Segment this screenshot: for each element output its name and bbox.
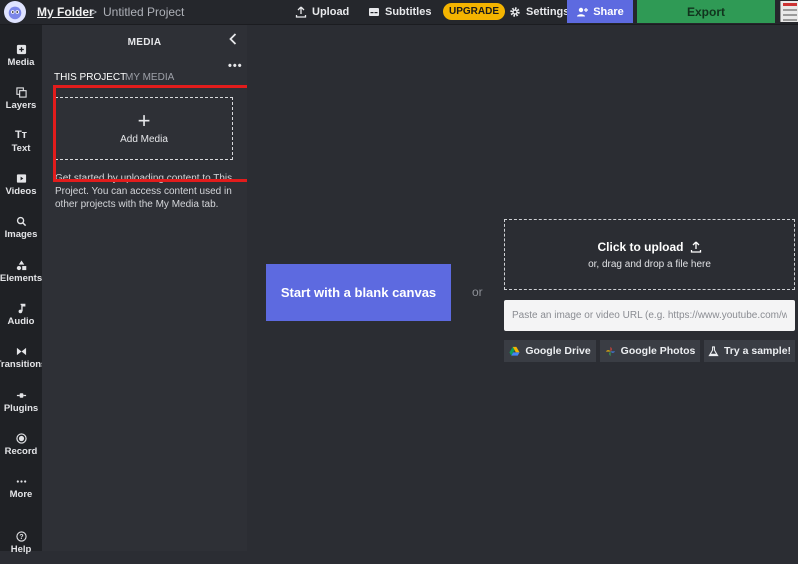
sidebar-item-elements[interactable]: Elements bbox=[0, 251, 42, 293]
sidebar-item-transitions[interactable]: Transitions bbox=[0, 337, 46, 379]
sidebar-item-layers[interactable]: Layers bbox=[0, 78, 42, 120]
upload-label: Upload bbox=[312, 6, 350, 18]
add-media-button[interactable]: + Add Media bbox=[55, 97, 233, 160]
plus-icon: + bbox=[137, 108, 151, 133]
upload-icon bbox=[295, 6, 307, 18]
subtitles-label: Subtitles bbox=[385, 6, 432, 18]
more-icon bbox=[16, 480, 26, 483]
upload-dropzone[interactable]: Click to upload or, drag and drop a file… bbox=[504, 219, 795, 290]
sidebar-item-audio[interactable]: Audio bbox=[0, 294, 42, 336]
dropzone-title-text: Click to upload bbox=[597, 239, 684, 254]
google-photos-button[interactable]: Google Photos bbox=[600, 340, 700, 362]
dropzone-title: Click to upload bbox=[597, 240, 701, 254]
elements-icon bbox=[16, 260, 26, 271]
dropzone-subtitle: or, drag and drop a file here bbox=[588, 258, 711, 270]
url-input[interactable] bbox=[504, 300, 795, 331]
sidebar-item-label: Audio bbox=[7, 316, 35, 327]
sidebar-item-label: Transitions bbox=[0, 359, 47, 370]
sidebar-item-label: Record bbox=[4, 446, 38, 457]
tab-this-project[interactable]: THIS PROJECT bbox=[54, 72, 126, 83]
sidebar-item-more[interactable]: More bbox=[0, 467, 42, 509]
export-button[interactable]: Export bbox=[637, 0, 775, 23]
panel-title: MEDIA bbox=[127, 37, 162, 48]
gear-icon bbox=[510, 7, 520, 17]
sidebar-item-record[interactable]: Record bbox=[0, 424, 42, 466]
settings-label: Settings bbox=[526, 6, 570, 18]
try-sample-label: Try a sample! bbox=[723, 345, 792, 357]
chevron-left-icon[interactable] bbox=[227, 32, 239, 46]
google-drive-label: Google Drive bbox=[525, 345, 591, 357]
breadcrumb-folder[interactable]: My Folder bbox=[37, 5, 94, 19]
share-label: Share bbox=[593, 5, 624, 18]
sidebar-item-label: Layers bbox=[5, 100, 37, 111]
mascot-logo-icon bbox=[8, 6, 22, 20]
or-separator: or bbox=[472, 285, 483, 299]
sidebar-item-label: Media bbox=[7, 57, 35, 68]
upgrade-button[interactable]: UPGRADE bbox=[443, 3, 505, 20]
news-thumbnail-icon[interactable] bbox=[780, 1, 798, 22]
help-icon: ? bbox=[15, 531, 27, 542]
upload-icon bbox=[690, 241, 701, 253]
svg-text:?: ? bbox=[19, 534, 23, 541]
search-icon bbox=[16, 216, 26, 227]
music-note-icon bbox=[18, 303, 25, 314]
avatar[interactable] bbox=[4, 1, 26, 23]
record-icon bbox=[15, 433, 27, 444]
top-bar: My Folder > Untitled Project Upload Subt… bbox=[0, 0, 798, 25]
subtitles-icon bbox=[369, 8, 379, 16]
google-drive-icon bbox=[509, 346, 520, 356]
sidebar-item-plugins[interactable]: Plugins bbox=[0, 381, 42, 423]
sidebar-item-help[interactable]: ? Help bbox=[0, 522, 42, 564]
sidebar-item-text[interactable]: Tт Text bbox=[0, 121, 42, 163]
help-text: Get started by uploading content to This… bbox=[55, 173, 233, 210]
sidebar: Media Layers Tт Text Videos Images Eleme… bbox=[0, 25, 46, 555]
media-panel: MEDIA ••• THIS PROJECT MY MEDIA + Add Me… bbox=[42, 25, 247, 551]
google-photos-label: Google Photos bbox=[620, 345, 696, 357]
share-button[interactable]: Share bbox=[567, 0, 633, 23]
sidebar-item-label: Help bbox=[10, 544, 32, 555]
videos-icon bbox=[16, 174, 26, 183]
sidebar-item-videos[interactable]: Videos bbox=[0, 164, 42, 206]
sidebar-item-label: Text bbox=[11, 143, 31, 154]
more-options-button[interactable]: ••• bbox=[228, 60, 243, 72]
google-drive-button[interactable]: Google Drive bbox=[504, 340, 596, 362]
transitions-icon bbox=[16, 347, 26, 356]
sidebar-item-media[interactable]: Media bbox=[0, 35, 42, 77]
settings-button[interactable]: Settings bbox=[509, 0, 569, 24]
subtitles-button[interactable]: Subtitles bbox=[368, 0, 431, 24]
project-title[interactable]: Untitled Project bbox=[103, 5, 184, 19]
sidebar-item-label: Plugins bbox=[3, 403, 39, 414]
text-icon: Tт bbox=[14, 129, 28, 141]
try-sample-button[interactable]: Try a sample! bbox=[704, 340, 795, 362]
flask-icon bbox=[708, 345, 719, 356]
google-photos-icon bbox=[605, 346, 615, 356]
media-icon bbox=[16, 44, 26, 55]
sidebar-item-label: Videos bbox=[5, 186, 37, 197]
breadcrumb-separator: > bbox=[90, 5, 98, 19]
sidebar-item-images[interactable]: Images bbox=[0, 207, 42, 249]
add-user-icon bbox=[577, 7, 589, 16]
layers-icon bbox=[15, 87, 27, 98]
upload-button[interactable]: Upload bbox=[295, 0, 349, 24]
sidebar-item-label: More bbox=[9, 489, 33, 500]
sidebar-item-label: Images bbox=[4, 229, 38, 240]
sidebar-item-label: Elements bbox=[0, 273, 43, 284]
plugins-icon bbox=[16, 393, 26, 398]
blank-canvas-button[interactable]: Start with a blank canvas bbox=[266, 264, 451, 321]
add-media-label: Add Media bbox=[120, 134, 168, 145]
tab-my-media[interactable]: MY MEDIA bbox=[125, 72, 174, 83]
